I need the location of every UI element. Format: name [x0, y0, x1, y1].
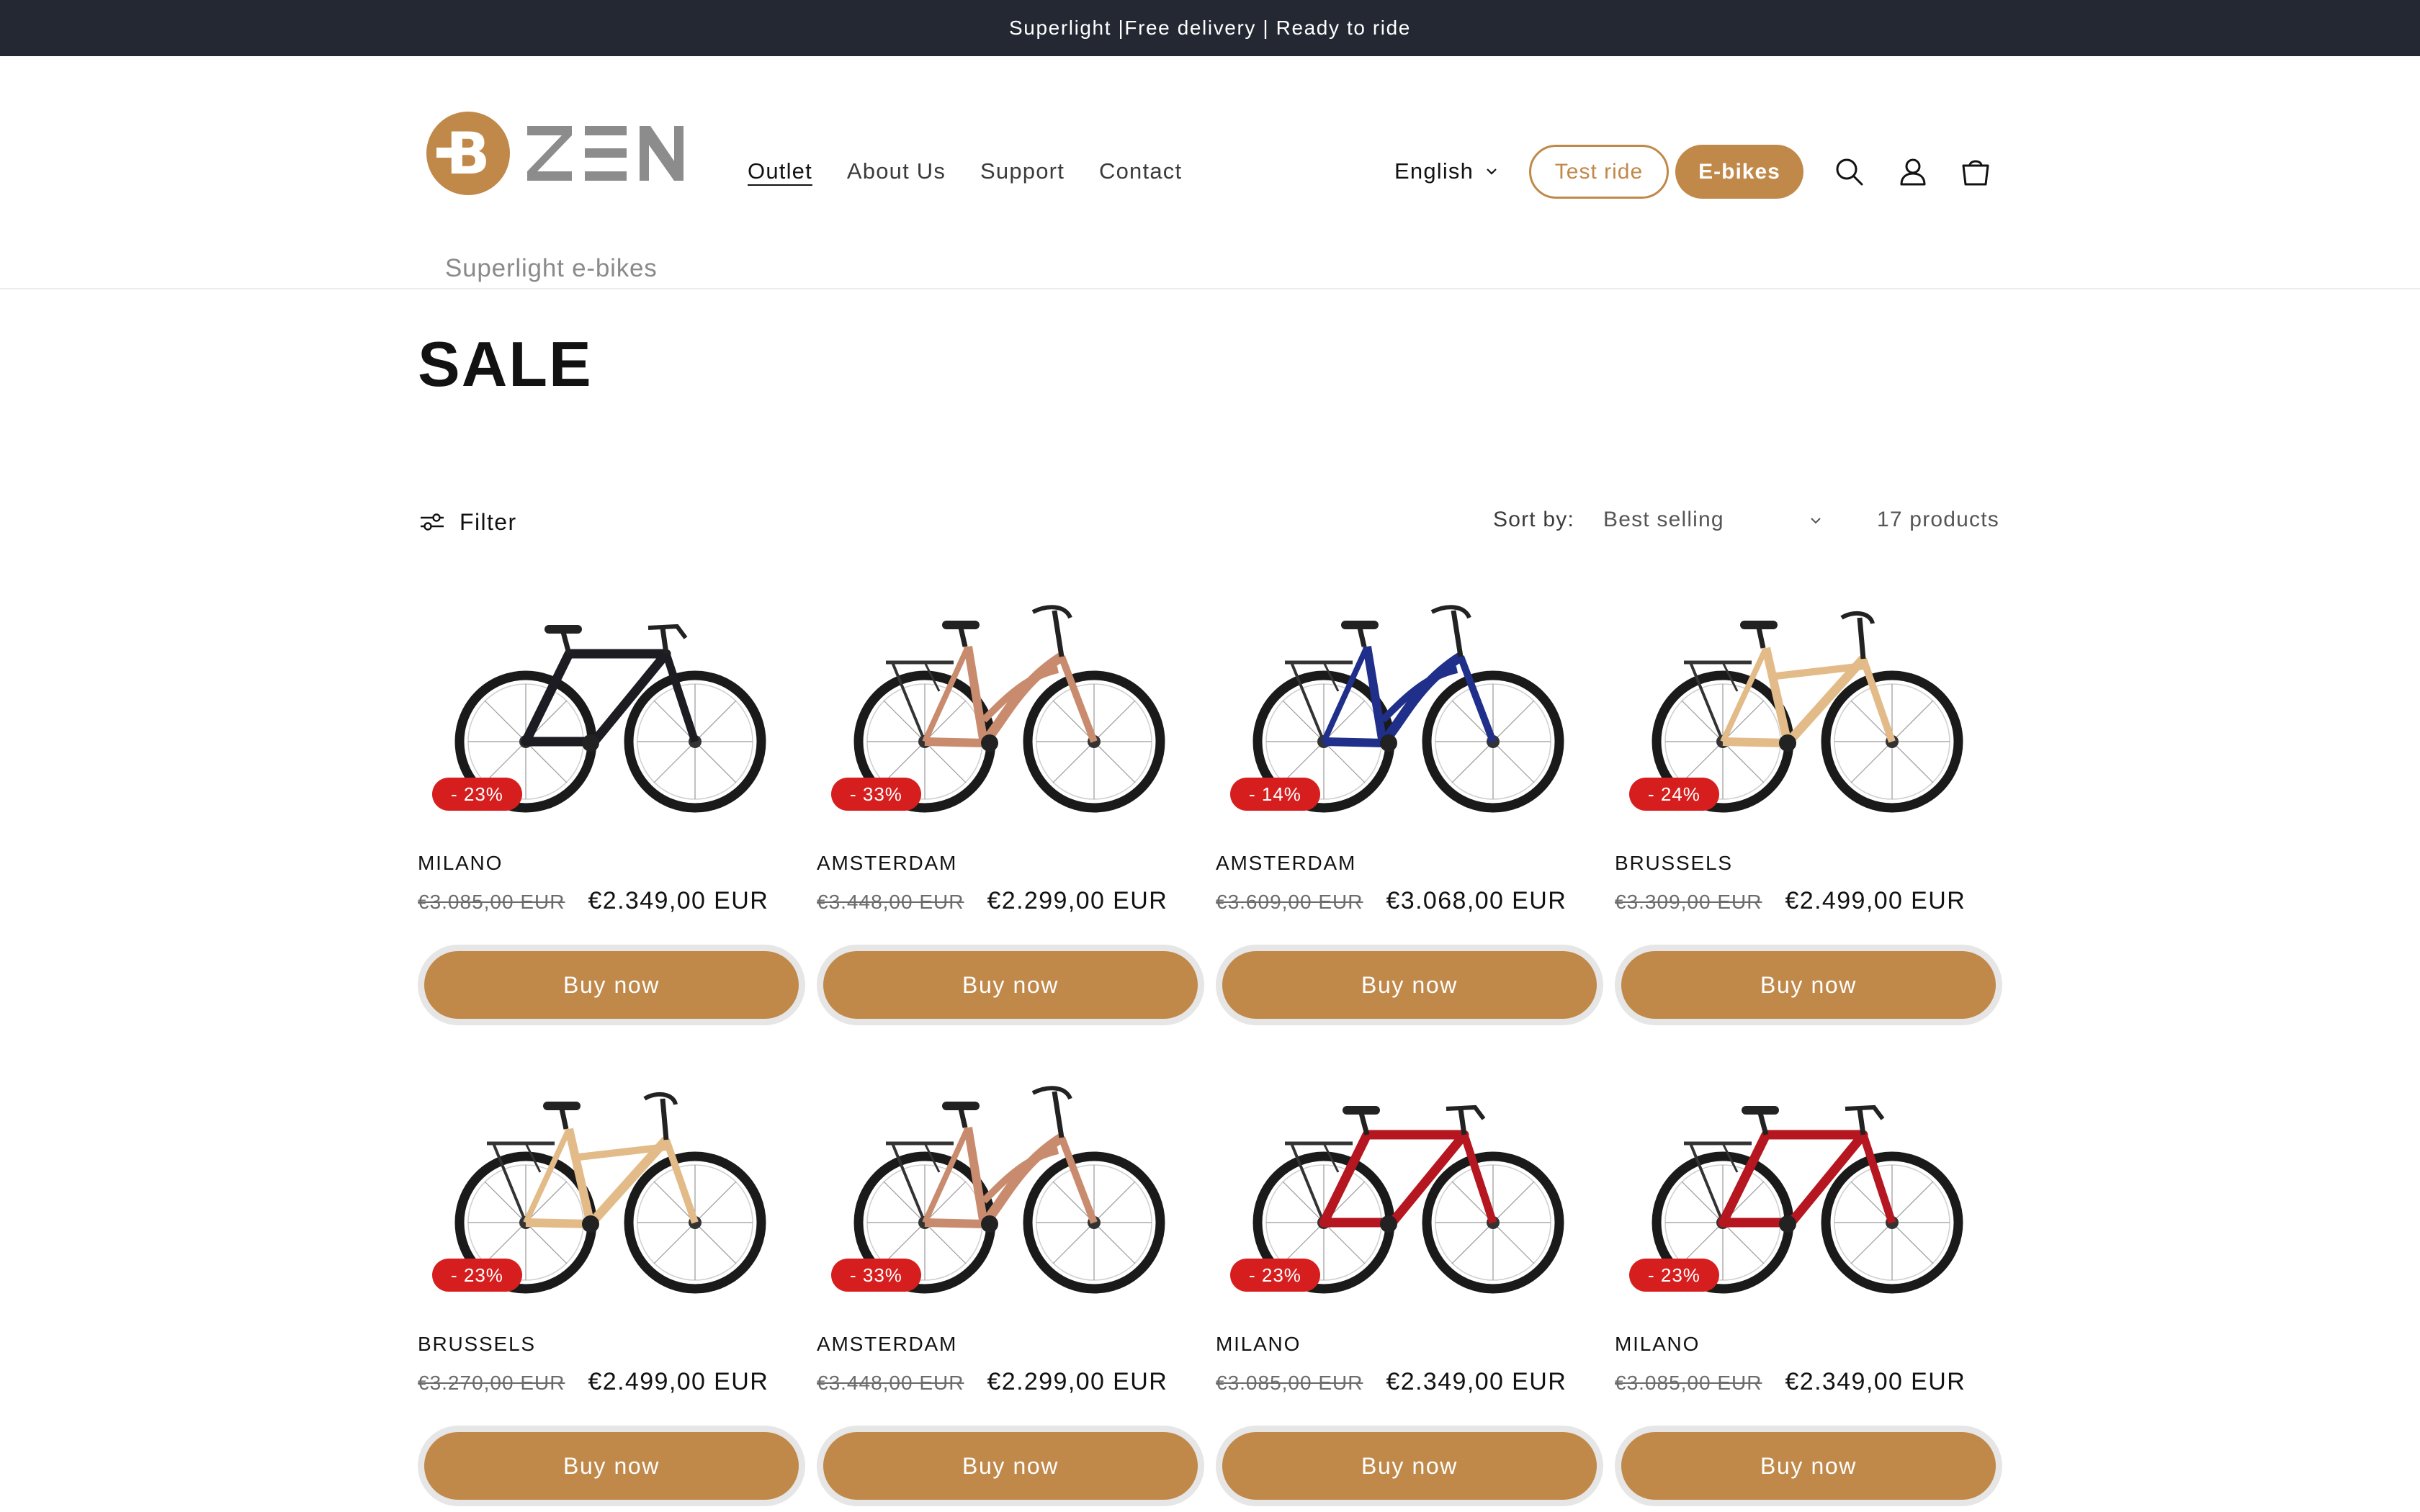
nav-about-us[interactable]: About Us: [847, 158, 946, 184]
product-prices: €3.085,00 EUR €2.349,00 EUR: [418, 887, 768, 915]
nav-contact[interactable]: Contact: [1099, 158, 1182, 184]
product-card: - 23% BRUSSELS €3.270,00 EUR €2.499,00 E…: [418, 1057, 805, 1506]
product-prices: €3.309,00 EUR €2.499,00 EUR: [1615, 887, 1966, 915]
discount-badge: - 23%: [432, 1259, 522, 1292]
language-label: English: [1394, 158, 1474, 184]
product-name[interactable]: MILANO: [1216, 1333, 1301, 1356]
product-grid: - 23% MILANO €3.085,00 EUR €2.349,00 EUR…: [418, 576, 2002, 1506]
announcement-text: Superlight |Free delivery | Ready to rid…: [1009, 17, 1411, 39]
nav-outlet[interactable]: Outlet: [748, 158, 812, 184]
discount-badge: - 23%: [432, 778, 522, 811]
buy-now-label: Buy now: [1222, 1432, 1597, 1500]
site-header: B Superlight e-bikes Outlet About Us Sup…: [0, 56, 2420, 289]
original-price: €3.085,00 EUR: [1216, 1372, 1363, 1394]
product-card: - 24% BRUSSELS €3.309,00 EUR €2.499,00 E…: [1615, 576, 2002, 1025]
buy-now-label: Buy now: [424, 1432, 799, 1500]
sale-price: €2.349,00 EUR: [1785, 1368, 1966, 1395]
product-name[interactable]: BRUSSELS: [1615, 852, 1733, 875]
announcement-bar: Superlight |Free delivery | Ready to rid…: [0, 0, 2420, 56]
buy-now-button[interactable]: Buy now: [1216, 945, 1603, 1025]
product-name[interactable]: AMSTERDAM: [817, 852, 957, 875]
product-card: - 23% MILANO €3.085,00 EUR €2.349,00 EUR…: [1216, 1057, 1603, 1506]
buy-now-button[interactable]: Buy now: [418, 1426, 805, 1506]
discount-badge: - 33%: [831, 1259, 921, 1292]
filter-icon: [421, 513, 444, 531]
product-name[interactable]: BRUSSELS: [418, 1333, 536, 1356]
cart-icon[interactable]: [1958, 154, 1994, 190]
product-name[interactable]: AMSTERDAM: [1216, 852, 1356, 875]
product-card: - 23% MILANO €3.085,00 EUR €2.349,00 EUR…: [1615, 1057, 2002, 1506]
buy-now-button[interactable]: Buy now: [817, 945, 1204, 1025]
filter-button[interactable]: Filter: [418, 508, 517, 536]
product-prices: €3.270,00 EUR €2.499,00 EUR: [418, 1368, 768, 1396]
svg-text:B: B: [447, 120, 490, 187]
discount-badge: - 14%: [1230, 778, 1320, 811]
buy-now-label: Buy now: [1621, 1432, 1996, 1500]
sale-price: €2.349,00 EUR: [588, 887, 769, 914]
product-name[interactable]: AMSTERDAM: [817, 1333, 957, 1356]
original-price: €3.309,00 EUR: [1615, 891, 1762, 913]
search-icon[interactable]: [1832, 154, 1868, 190]
product-prices: €3.085,00 EUR €2.349,00 EUR: [1216, 1368, 1567, 1396]
product-prices: €3.085,00 EUR €2.349,00 EUR: [1615, 1368, 1966, 1396]
buy-now-button[interactable]: Buy now: [817, 1426, 1204, 1506]
account-icon[interactable]: [1895, 154, 1931, 190]
product-card: - 33% AMSTERDAM €3.448,00 EUR €2.299,00 …: [817, 1057, 1204, 1506]
sale-price: €2.299,00 EUR: [987, 887, 1168, 914]
original-price: €3.085,00 EUR: [418, 891, 565, 913]
language-selector[interactable]: English: [1394, 158, 1500, 184]
product-count: 17 products: [1877, 508, 1999, 531]
product-name[interactable]: MILANO: [1615, 1333, 1700, 1356]
original-price: €3.085,00 EUR: [1615, 1372, 1762, 1394]
discount-badge: - 23%: [1629, 1259, 1719, 1292]
product-prices: €3.448,00 EUR €2.299,00 EUR: [817, 1368, 1168, 1396]
original-price: €3.609,00 EUR: [1216, 891, 1363, 913]
nav-support[interactable]: Support: [980, 158, 1065, 184]
brand-logo[interactable]: B Superlight e-bikes: [425, 110, 684, 282]
sale-price: €2.499,00 EUR: [1785, 887, 1966, 914]
product-card: - 33% AMSTERDAM €3.448,00 EUR €2.299,00 …: [817, 576, 1204, 1025]
sale-price: €2.299,00 EUR: [987, 1368, 1168, 1395]
test-ride-button[interactable]: Test ride: [1529, 145, 1669, 199]
product-prices: €3.448,00 EUR €2.299,00 EUR: [817, 887, 1168, 915]
buy-now-button[interactable]: Buy now: [1615, 945, 2002, 1025]
product-prices: €3.609,00 EUR €3.068,00 EUR: [1216, 887, 1567, 915]
original-price: €3.448,00 EUR: [817, 891, 964, 913]
product-card: - 23% MILANO €3.085,00 EUR €2.349,00 EUR…: [418, 576, 805, 1025]
sort-select[interactable]: Best selling: [1603, 508, 1834, 532]
discount-badge: - 23%: [1230, 1259, 1320, 1292]
sale-price: €2.349,00 EUR: [1386, 1368, 1567, 1395]
chevron-down-icon[interactable]: [1808, 513, 1824, 528]
main-nav: Outlet About Us Support Contact: [748, 158, 1182, 184]
buy-now-label: Buy now: [823, 951, 1198, 1019]
logo-mark: B: [426, 112, 684, 195]
original-price: €3.270,00 EUR: [418, 1372, 565, 1394]
buy-now-button[interactable]: Buy now: [1216, 1426, 1603, 1506]
buy-now-button[interactable]: Buy now: [1615, 1426, 2002, 1506]
sale-price: €3.068,00 EUR: [1386, 887, 1567, 914]
buy-now-label: Buy now: [823, 1432, 1198, 1500]
buy-now-label: Buy now: [424, 951, 799, 1019]
filter-label: Filter: [460, 508, 517, 535]
buy-now-label: Buy now: [1621, 951, 1996, 1019]
buy-now-button[interactable]: Buy now: [418, 945, 805, 1025]
sale-price: €2.499,00 EUR: [588, 1368, 769, 1395]
buy-now-label: Buy now: [1222, 951, 1597, 1019]
page-title: SALE: [418, 328, 593, 400]
chevron-down-icon: [1487, 168, 1497, 175]
sort-label: Sort by:: [1493, 508, 1574, 531]
original-price: €3.448,00 EUR: [817, 1372, 964, 1394]
ebikes-button[interactable]: E-bikes: [1675, 145, 1803, 199]
product-name[interactable]: MILANO: [418, 852, 503, 875]
discount-badge: - 33%: [831, 778, 921, 811]
brand-tagline: Superlight e-bikes: [445, 254, 658, 282]
product-card: - 14% AMSTERDAM €3.609,00 EUR €3.068,00 …: [1216, 576, 1603, 1025]
discount-badge: - 24%: [1629, 778, 1719, 811]
